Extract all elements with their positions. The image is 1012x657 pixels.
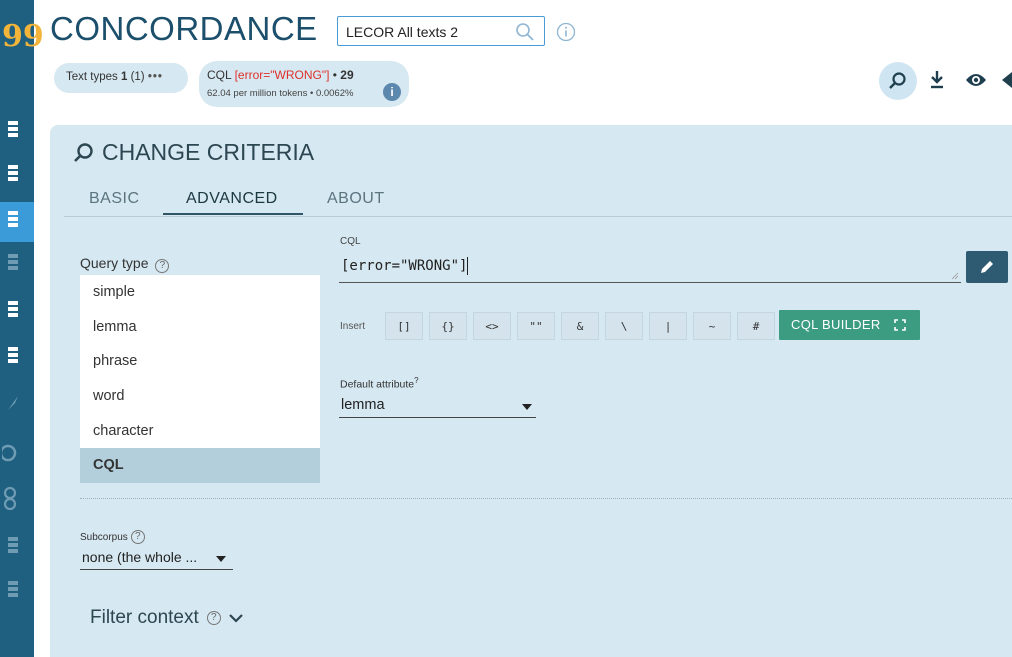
cql-prefix: CQL: [207, 68, 235, 82]
tab-basic[interactable]: BASIC: [89, 190, 140, 208]
panel-title: CHANGE CRITERIA: [72, 139, 314, 166]
hit-stats: 62.04 per million tokens • 0.0062%: [207, 88, 354, 99]
insert-angle-button[interactable]: <>: [473, 312, 511, 340]
sidebar-thesaurus-icon[interactable]: [0, 528, 20, 568]
sidebar-freq-icon[interactable]: [0, 245, 20, 285]
query-type-list: simple lemma phrase word character CQL: [80, 275, 320, 483]
corpus-name: LECOR All texts 2: [346, 24, 459, 40]
pencil-icon: [981, 261, 993, 273]
query-type-phrase[interactable]: phrase: [80, 344, 320, 379]
subcorpus-label: Subcorpus ?: [80, 530, 145, 544]
fullscreen-icon: [894, 319, 906, 331]
text-caret: [467, 257, 468, 275]
more-icon[interactable]: [1000, 70, 1012, 90]
sidebar-ngrams-icon[interactable]: [0, 478, 20, 518]
chevron-down-icon: [216, 556, 226, 562]
active-tab-indicator: [163, 213, 303, 215]
cql-query-text: [error="WRONG"]: [234, 68, 330, 82]
insert-pipe-button[interactable]: |: [649, 312, 687, 340]
chevron-down-icon: [522, 404, 532, 410]
help-icon[interactable]: ?: [206, 611, 221, 625]
subcorpus-value: none (the whole ...: [82, 549, 198, 565]
text-types-label: Text types: [66, 71, 121, 83]
filter-context-toggle[interactable]: Filter context ?: [90, 607, 243, 629]
default-attribute-label-text: Default attribute: [340, 378, 415, 391]
insert-quotes-button[interactable]: "": [517, 312, 555, 340]
section-divider: [80, 498, 1012, 499]
query-type-cql[interactable]: CQL: [80, 448, 320, 483]
default-attribute-select[interactable]: lemma: [339, 394, 536, 418]
sidebar-wordlist-icon[interactable]: [0, 292, 20, 332]
hit-count: 29: [340, 68, 354, 82]
insert-label: Insert: [340, 321, 366, 332]
insert-braces-button[interactable]: {}: [429, 312, 467, 340]
edit-query-button[interactable]: [966, 251, 1008, 283]
sidebar-diffs-icon[interactable]: [0, 572, 20, 612]
default-attribute-label: Default attribute?: [340, 376, 419, 391]
query-type-label: Query type ?: [80, 255, 170, 273]
text-types-chip[interactable]: Text types 1 (1) •••: [54, 63, 188, 93]
cql-label: CQL: [340, 236, 361, 247]
default-attribute-value: lemma: [341, 397, 385, 413]
chevron-down-icon: [228, 613, 243, 623]
change-criteria-button[interactable]: [879, 62, 917, 100]
query-type-simple[interactable]: simple: [80, 275, 320, 310]
sidebar: 99: [0, 0, 44, 657]
search-icon[interactable]: [515, 22, 535, 42]
sidebar-keywords-icon[interactable]: [0, 432, 20, 472]
info-icon[interactable]: i: [383, 83, 401, 101]
query-type-label-text: Query type: [80, 255, 149, 271]
more-icon[interactable]: •••: [148, 71, 163, 83]
download-icon[interactable]: [929, 70, 945, 90]
query-type-lemma[interactable]: lemma: [80, 310, 320, 345]
cql-builder-label: CQL BUILDER: [791, 317, 881, 332]
view-icon[interactable]: [965, 72, 987, 88]
cql-query-chip[interactable]: CQL [error="WRONG"] • 29 62.04 per milli…: [199, 61, 409, 107]
app-logo-icon[interactable]: 99: [2, 22, 44, 52]
resize-handle-icon[interactable]: [951, 272, 959, 280]
search-icon: [74, 142, 93, 162]
search-icon: [889, 72, 906, 89]
subcorpus-label-text: Subcorpus: [80, 531, 128, 543]
cql-builder-button[interactable]: CQL BUILDER: [779, 310, 920, 340]
filter-context-label: Filter context: [90, 607, 199, 628]
corpus-selector[interactable]: LECOR All texts 2: [337, 16, 545, 46]
subcorpus-select[interactable]: none (the whole ...: [80, 546, 233, 570]
cql-input-value: [error="WRONG"]: [341, 258, 468, 274]
text-types-count-paren: (1): [127, 71, 145, 83]
query-type-word[interactable]: word: [80, 379, 320, 414]
insert-hash-button[interactable]: #: [737, 312, 775, 340]
tab-divider: [64, 216, 1012, 217]
tab-about[interactable]: ABOUT: [327, 190, 385, 208]
sidebar-concordance-icon[interactable]: [0, 202, 34, 242]
sidebar-trends-icon[interactable]: [0, 384, 20, 424]
tab-advanced[interactable]: ADVANCED: [186, 190, 278, 208]
insert-backslash-button[interactable]: \: [605, 312, 643, 340]
cql-separator: •: [329, 68, 341, 82]
help-icon[interactable]: ?: [155, 259, 170, 273]
sidebar-list-icon[interactable]: [0, 156, 20, 196]
cql-input[interactable]: [error="WRONG"]: [339, 255, 961, 283]
query-type-character[interactable]: character: [80, 414, 320, 449]
corpus-info-icon[interactable]: [556, 22, 576, 42]
insert-tilde-button[interactable]: ~: [693, 312, 731, 340]
help-icon[interactable]: ?: [130, 530, 145, 544]
sidebar-collocations-icon[interactable]: [0, 338, 20, 378]
insert-brackets-button[interactable]: []: [385, 312, 423, 340]
insert-and-button[interactable]: &: [561, 312, 599, 340]
help-icon[interactable]: ?: [414, 376, 418, 385]
panel-title-text: CHANGE CRITERIA: [102, 139, 315, 165]
page-title: CONCORDANCE: [50, 10, 318, 47]
sidebar-menu-icon[interactable]: [0, 112, 20, 152]
